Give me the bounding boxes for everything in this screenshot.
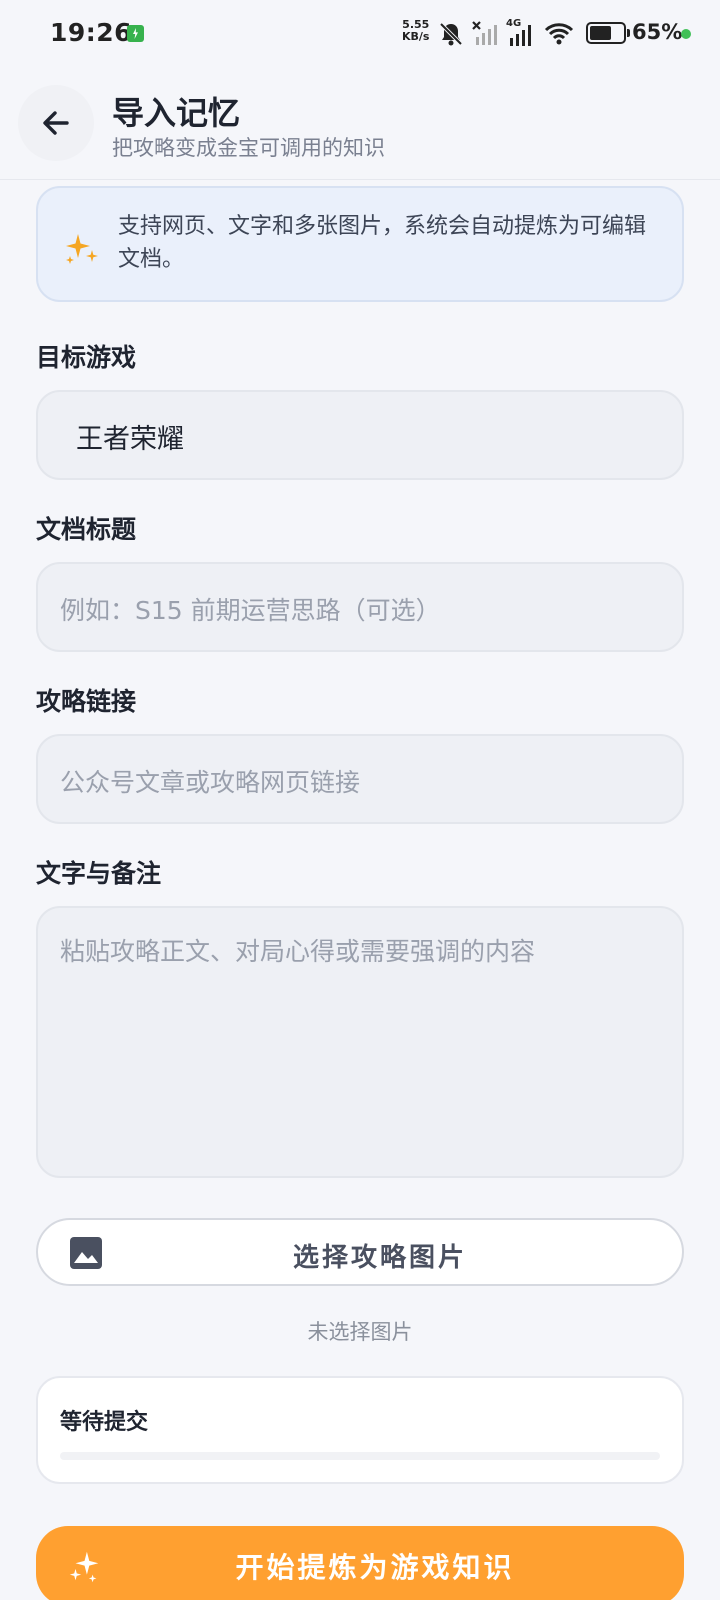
status-bar: 19:26 5.55 KB/s 4G 65% [0, 0, 720, 68]
wifi-icon [544, 23, 574, 45]
game-value: 王者荣耀 [76, 424, 184, 455]
notes-label: 文字与备注 [36, 859, 162, 888]
signal-bars-icon [510, 25, 531, 46]
start-extract-button[interactable]: 开始提炼为游戏知识 [36, 1526, 684, 1600]
sparkle-icon [66, 234, 98, 264]
game-label: 目标游戏 [36, 343, 137, 372]
battery-icon [586, 22, 626, 44]
doc-title-label: 文档标题 [36, 515, 137, 544]
no-signal-sim1-icon [472, 21, 497, 45]
page-subtitle: 把攻略变成金宝可调用的知识 [112, 136, 385, 160]
signal-4g: 4G [506, 18, 536, 47]
link-input[interactable]: 公众号文章或攻略网页链接 [36, 734, 684, 824]
network-speed: 5.55 KB/s [402, 19, 429, 43]
mute-bell-icon [439, 22, 463, 46]
network-speed-unit: KB/s [402, 30, 430, 43]
progress-bar [60, 1452, 660, 1460]
app-header: 导入记忆 把攻略变成金宝可调用的知识 [0, 80, 720, 180]
progress-status: 等待提交 [60, 1410, 149, 1435]
link-label: 攻略链接 [36, 687, 137, 716]
info-banner: 支持网页、文字和多张图片，系统会自动提炼为可编辑文档。 [36, 186, 684, 302]
battery-tip [627, 29, 630, 37]
privacy-indicator-dot [681, 29, 691, 39]
progress-card: 等待提交 [36, 1376, 684, 1484]
import-memory-screen: 19:26 5.55 KB/s 4G 65% 导入记忆 把攻略变成金宝可调用的知… [0, 0, 720, 1600]
game-field[interactable]: 王者荣耀 [36, 390, 684, 480]
select-images-button[interactable]: 选择攻略图片 [36, 1218, 684, 1286]
start-extract-label: 开始提炼为游戏知识 [235, 1551, 515, 1584]
link-placeholder: 公众号文章或攻略网页链接 [60, 768, 361, 797]
battery-percent: 65% [632, 20, 683, 44]
charging-notification-icon [127, 25, 144, 42]
doc-title-placeholder: 例如：S15 前期运营思路（可选） [60, 596, 441, 625]
info-banner-text: 支持网页、文字和多张图片，系统会自动提炼为可编辑文档。 [118, 214, 647, 272]
page-title: 导入记忆 [112, 94, 241, 132]
doc-title-input[interactable]: 例如：S15 前期运营思路（可选） [36, 562, 684, 652]
status-time: 19:26 [50, 18, 133, 47]
notes-placeholder: 粘贴攻略正文、对局心得或需要强调的内容 [60, 937, 536, 966]
image-selection-status: 未选择图片 [307, 1320, 413, 1344]
battery-level-fill [590, 26, 611, 40]
notes-textarea[interactable]: 粘贴攻略正文、对局心得或需要强调的内容 [36, 906, 684, 1178]
arrow-left-icon [43, 111, 69, 135]
status-icons: 4G [438, 18, 574, 48]
back-button[interactable] [18, 85, 94, 161]
select-images-label: 选择攻略图片 [292, 1243, 467, 1273]
